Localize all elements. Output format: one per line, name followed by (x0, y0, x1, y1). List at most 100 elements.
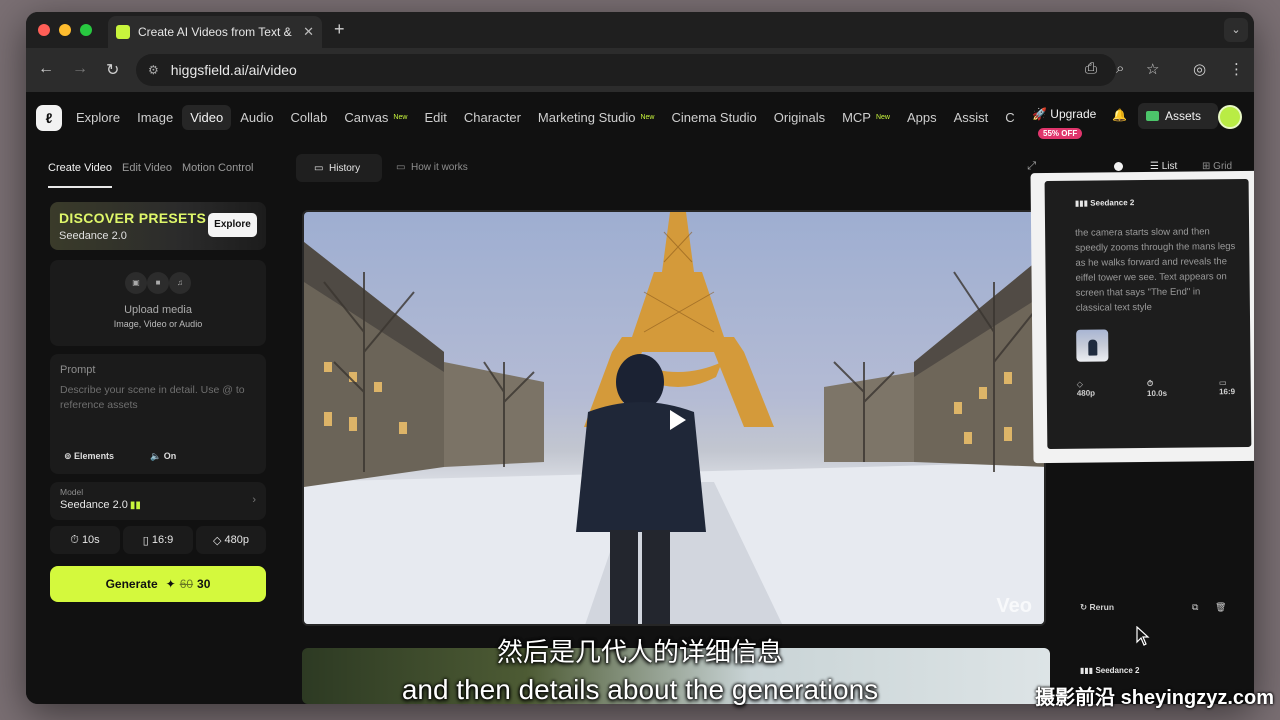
notifications-bell-icon[interactable]: 🔔 (1112, 108, 1127, 122)
upgrade-button[interactable]: 🚀 Upgrade (1032, 107, 1096, 121)
install-app-icon[interactable]: ⎙ (1085, 60, 1097, 77)
higgsfield-logo-icon[interactable]: ℓ (36, 105, 62, 131)
explore-presets-button[interactable]: Explore (208, 213, 257, 237)
expand-icon[interactable]: ⤢ (1027, 160, 1036, 173)
copy-icon[interactable]: ⧉ (1192, 602, 1198, 613)
nav-item-video[interactable]: Video (182, 104, 232, 130)
reload-icon[interactable]: ↻ (106, 60, 119, 80)
minimize-window-button[interactable] (59, 24, 71, 36)
chevron-right-icon: › (252, 494, 256, 506)
promo-title: DISCOVER PRESETS (59, 210, 207, 226)
close-tab-icon[interactable]: ✕ (303, 24, 314, 40)
nav-item-label: Audio (240, 109, 274, 125)
nav-item-mcp[interactable]: MCP New (834, 105, 898, 130)
discover-presets-banner[interactable]: DISCOVER PRESETS Seedance 2.0 Explore (50, 202, 266, 250)
upload-title: Upload media (124, 304, 192, 316)
generation-card-highlight: ▮▮▮ Seedance 2 the camera starts slow an… (1030, 170, 1254, 464)
tab-edit-video[interactable]: Edit Video (122, 162, 172, 188)
list-view-tab[interactable]: ☰ List (1150, 161, 1177, 172)
card-duration: ⏱ 10.0s (1146, 378, 1168, 399)
eiffel-scene-illustration (304, 212, 1044, 624)
upload-subtitle: Image, Video or Audio (113, 319, 203, 329)
browser-window: Create AI Videos from Text & ✕ + ⌄ ← → ↻… (26, 12, 1254, 704)
nav-item-collab[interactable]: Collab (282, 105, 335, 130)
upload-media-dropzone[interactable]: ▣ ■ ♫ Upload media Image, Video or Audio (50, 260, 266, 346)
list-label: List (1161, 161, 1178, 172)
url-text: higgsfield.ai/ai/video (170, 62, 297, 78)
nav-item-label: Apps (906, 109, 937, 125)
sparkle-icon: ✦ (165, 577, 176, 591)
new-tab-icon[interactable]: + (334, 19, 345, 40)
model-value: Seedance 2.0 (60, 499, 128, 511)
assets-button[interactable]: Assets (1138, 103, 1218, 129)
audio-toggle-label: On (163, 451, 177, 461)
folder-icon (1146, 111, 1159, 121)
browser-tab[interactable]: Create AI Videos from Text & ✕ (108, 16, 322, 48)
resolution-selector[interactable]: ◇ 480p (196, 526, 266, 554)
nav-item-marketing-studio[interactable]: Marketing Studio New (530, 105, 663, 130)
browser-menu-icon[interactable]: ⋮ (1229, 60, 1244, 78)
generation-settings: ⏱ 10s ▯ 16:9 ◇ 480p (50, 526, 266, 554)
video-preview[interactable]: Veo (302, 210, 1046, 626)
bookmark-star-icon[interactable]: ☆ (1146, 60, 1159, 78)
delete-icon[interactable]: 🗑 (1215, 602, 1226, 613)
nav-item-label: Video (190, 109, 224, 125)
generation-card[interactable]: ▮▮▮ Seedance 2 the camera starts slow an… (1044, 178, 1252, 450)
prompt-label: Prompt (60, 364, 96, 376)
audio-toggle[interactable]: 🔈 On (150, 451, 194, 462)
nav-item-edit[interactable]: Edit (416, 105, 454, 130)
tab-search-chevron-icon[interactable]: ⌄ (1224, 18, 1248, 42)
history-bar: ▭ History ▭ How it works ⤢ (296, 154, 1036, 182)
history-tab[interactable]: ▭ History (296, 154, 382, 182)
user-avatar[interactable] (1218, 105, 1242, 129)
duration-selector[interactable]: ⏱ 10s (50, 526, 120, 554)
profile-icon[interactable]: ◎ (1193, 60, 1206, 78)
original-cost: 60 (179, 577, 194, 591)
video-icon: ■ (147, 272, 169, 294)
site-info-icon[interactable]: ⚙ (148, 63, 159, 77)
card-resolution: ◇ 480p (1076, 379, 1096, 398)
aspect-ratio-selector[interactable]: ▯ 16:9 (123, 526, 193, 554)
rerun-button[interactable]: ↻ Rerun (1080, 602, 1114, 613)
generate-button[interactable]: Generate ✦ 60 30 (50, 566, 266, 602)
nav-item-canvas[interactable]: Canvas New (336, 105, 415, 130)
elements-label: Elements (74, 451, 115, 461)
duration-value: 10s (81, 534, 100, 546)
tab-strip: Create AI Videos from Text & ✕ + ⌄ (26, 12, 1254, 48)
nav-item-explore[interactable]: Explore (68, 105, 128, 130)
nav-item-character[interactable]: Character (456, 105, 529, 130)
site-content: ℓ Explore Image Video Audio Collab Canvas New E… (26, 92, 1254, 704)
address-bar[interactable]: ⚙ higgsfield.ai/ai/video (136, 54, 1116, 86)
card-prompt: the camera starts slow and then speedly … (1075, 226, 1236, 314)
model-selector[interactable]: Model Seedance 2.0 ▮▮ › (50, 482, 266, 520)
view-toggle[interactable] (1114, 162, 1123, 171)
nav-item-label: Edit (424, 109, 447, 125)
prompt-box[interactable]: Prompt Describe your scene in detail. Us… (50, 354, 266, 474)
aspect-value: 16:9 (151, 534, 174, 546)
prompt-input[interactable]: Describe your scene in detail. Use @ to … (60, 383, 256, 413)
maximize-window-button[interactable] (80, 24, 92, 36)
nav-item-image[interactable]: Image (129, 105, 181, 130)
nav-item-audio[interactable]: Audio (232, 105, 281, 130)
card-duration-value: 10.0s (1146, 388, 1168, 399)
nav-item-label: Collab (290, 109, 328, 125)
nav-item-apps[interactable]: Apps (899, 105, 945, 130)
nav-item-originals[interactable]: Originals (766, 105, 833, 130)
close-window-button[interactable] (38, 24, 50, 36)
elements-button[interactable]: ⊚ Elements (64, 451, 132, 462)
back-icon[interactable]: ← (38, 60, 54, 78)
how-it-works-tab[interactable]: ▭ How it works (396, 162, 468, 173)
nav-item-c[interactable]: C (997, 105, 1022, 130)
video-watermark: Veo (996, 595, 1032, 617)
tab-create-video[interactable]: Create Video (48, 162, 113, 188)
nav-item-cinema-studio[interactable]: Cinema Studio (664, 105, 765, 130)
nav-item-label: Canvas (344, 109, 389, 125)
nav-item-label: Marketing Studio (537, 109, 636, 125)
tab-motion-control[interactable]: Motion Control (182, 162, 254, 188)
nav-items: Explore Image Video Audio Collab Canvas New Edi… (68, 92, 1024, 142)
zoom-icon[interactable]: ⌕ (1116, 60, 1124, 77)
reference-thumbnail[interactable] (1076, 329, 1109, 362)
nav-item-assist[interactable]: Assist (946, 105, 997, 130)
forward-icon[interactable]: → (72, 60, 88, 78)
tab-title: Create AI Videos from Text & (138, 25, 292, 39)
